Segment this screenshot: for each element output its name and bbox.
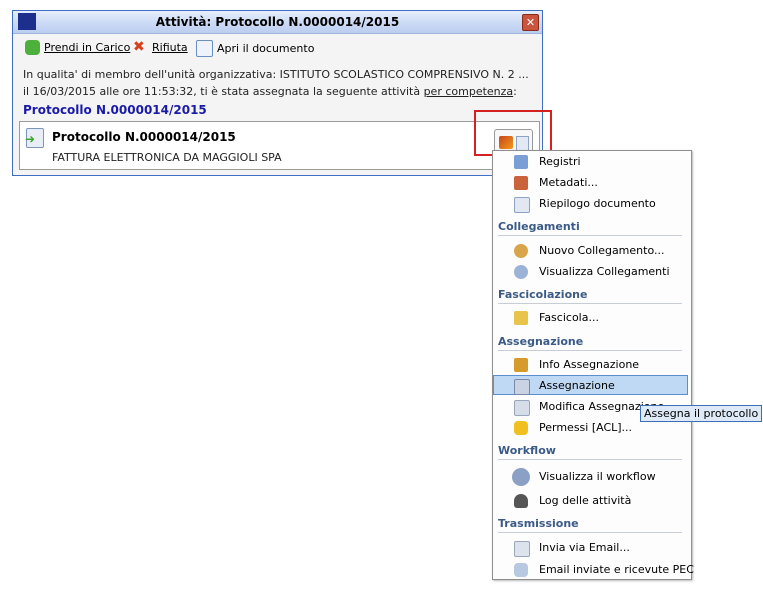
title-bar: Attività: Protocollo N.0000014/2015 ✕	[13, 11, 542, 34]
info-assignment-icon	[514, 358, 528, 372]
menu-item-email-pec[interactable]: Email inviate e ricevute PEC	[539, 563, 694, 576]
menu-item-visualizza-workflow[interactable]: Visualizza il workflow	[539, 470, 656, 483]
info-line-1: In qualita' di membro dell'unità organiz…	[23, 68, 529, 81]
menu-item-info-assegnazione[interactable]: Info Assegnazione	[539, 358, 639, 371]
open-document-button[interactable]: Apri il documento	[196, 40, 314, 57]
document-icon	[196, 40, 213, 57]
registers-icon	[514, 155, 528, 169]
tooltip: Assegna il protocollo	[640, 405, 763, 422]
card-title: Protocollo N.0000014/2015	[52, 130, 236, 144]
info-line-2: il 16/03/2015 alle ore 11:53:32, ti è st…	[23, 85, 517, 98]
competence-link: per competenza	[423, 85, 514, 98]
menu-item-assegnazione[interactable]: Assegnazione	[539, 379, 615, 392]
edit-assignment-icon	[514, 400, 530, 416]
assign-mail-icon	[514, 379, 530, 395]
view-links-icon	[514, 265, 528, 279]
x-icon: ✖	[133, 39, 145, 55]
take-charge-label: Prendi in Carico	[44, 41, 131, 54]
menu-item-visualizza-collegamenti[interactable]: Visualizza Collegamenti	[539, 265, 670, 278]
activity-card: ➜ Protocollo N.0000014/2015 FATTURA ELET…	[19, 121, 540, 170]
close-button[interactable]: ✕	[522, 14, 539, 31]
activity-window: Attività: Protocollo N.0000014/2015 ✕ Pr…	[12, 10, 543, 176]
new-link-icon	[514, 244, 528, 258]
workflow-gears-icon	[512, 468, 530, 486]
menu-item-fascicola[interactable]: Fascicola...	[539, 311, 599, 324]
menu-item-nuovo-collegamento[interactable]: Nuovo Collegamento...	[539, 244, 664, 257]
pec-search-icon	[514, 563, 528, 577]
reject-button[interactable]: ✖ Rifiuta	[133, 40, 188, 55]
header-collegamenti: Collegamenti	[498, 220, 682, 236]
header-assegnazione: Assegnazione	[498, 335, 682, 351]
protocol-link[interactable]: Protocollo N.0000014/2015	[23, 103, 207, 117]
header-fascicolazione: Fascicolazione	[498, 288, 682, 304]
header-trasmissione: Trasmissione	[498, 517, 682, 533]
window-title: Attività: Protocollo N.0000014/2015	[155, 15, 400, 29]
lock-icon	[514, 421, 528, 435]
metadata-icon	[514, 176, 528, 190]
menu-item-metadati[interactable]: Metadati...	[539, 176, 598, 189]
plus-icon	[25, 40, 40, 55]
menu-item-riepilogo[interactable]: Riepilogo documento	[539, 197, 656, 210]
menu-item-invia-email[interactable]: Invia via Email...	[539, 541, 630, 554]
document-arrow-icon: ➜	[25, 128, 44, 148]
header-workflow: Workflow	[498, 444, 682, 460]
camera-icon	[514, 494, 528, 508]
menu-item-log-attivita[interactable]: Log delle attività	[539, 494, 631, 507]
summary-icon	[514, 197, 530, 213]
card-subtitle: FATTURA ELETTRONICA DA MAGGIOLI SPA	[52, 151, 282, 164]
email-icon	[514, 541, 530, 557]
menu-item-registri[interactable]: Registri	[539, 155, 581, 168]
menu-item-permessi[interactable]: Permessi [ACL]...	[539, 421, 632, 434]
take-charge-button[interactable]: Prendi in Carico	[25, 40, 130, 55]
open-document-label: Apri il documento	[217, 42, 315, 55]
reject-label: Rifiuta	[152, 41, 188, 54]
folder-icon	[514, 311, 528, 325]
context-menu: Registri Metadati... Riepilogo documento…	[492, 150, 694, 580]
